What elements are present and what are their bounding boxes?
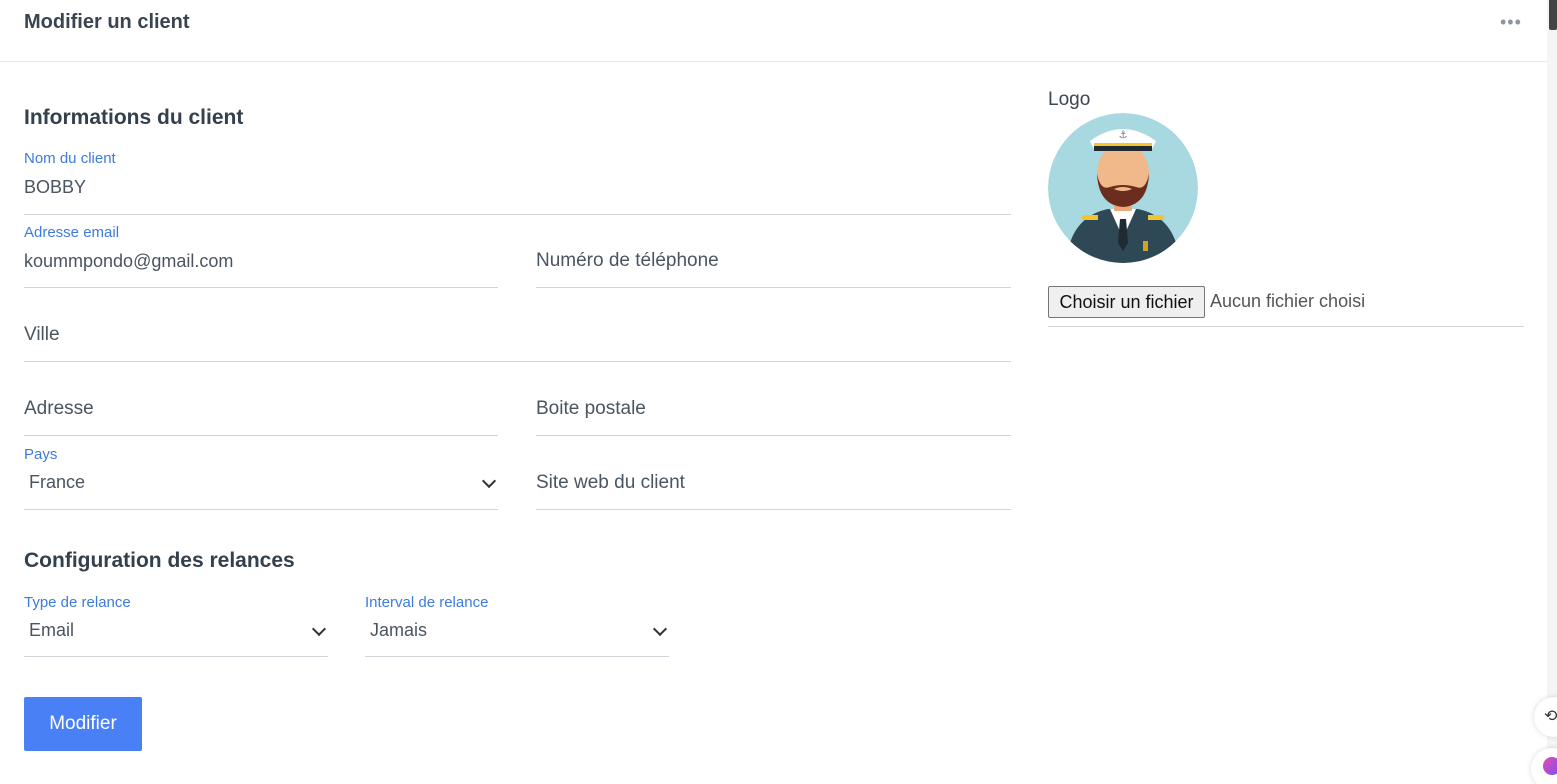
- website-field[interactable]: Site web du client: [536, 448, 1011, 510]
- scrollbar-thumb[interactable]: [1549, 0, 1557, 30]
- logo-file-input[interactable]: Choisir un fichier Aucun fichier choisi: [1048, 286, 1524, 327]
- client-name-value[interactable]: BOBBY: [24, 177, 86, 198]
- client-name-label: Nom du client: [24, 150, 116, 167]
- chevron-down-icon[interactable]: [652, 621, 668, 637]
- client-name-field[interactable]: Nom du client BOBBY: [24, 150, 1011, 215]
- reminder-interval-select[interactable]: Interval de relance Jamais: [365, 594, 669, 657]
- country-value[interactable]: France: [29, 472, 85, 493]
- city-placeholder: Ville: [24, 324, 60, 345]
- page-title: Modifier un client: [24, 11, 190, 33]
- country-select[interactable]: Pays France: [24, 446, 498, 510]
- modify-button[interactable]: Modifier: [24, 697, 142, 751]
- website-placeholder: Site web du client: [536, 472, 685, 493]
- reminder-interval-label: Interval de relance: [365, 594, 489, 611]
- file-status-text: Aucun fichier choisi: [1210, 291, 1366, 311]
- more-options-icon[interactable]: •••: [1500, 12, 1522, 33]
- email-field[interactable]: Adresse email koummpondo@gmail.com: [24, 224, 498, 288]
- reminder-type-select[interactable]: Type de relance Email: [24, 594, 328, 657]
- scrollbar-track[interactable]: [1547, 0, 1557, 784]
- translate-icon: ⟲: [1544, 708, 1557, 725]
- page-header: Modifier un client •••: [0, 0, 1547, 62]
- chevron-down-icon[interactable]: [311, 621, 327, 637]
- section-title-reminders: Configuration des relances: [24, 549, 295, 572]
- reminder-type-value[interactable]: Email: [29, 620, 74, 641]
- chevron-down-icon[interactable]: [481, 473, 497, 489]
- address-field[interactable]: Adresse: [24, 374, 498, 436]
- reminder-type-label: Type de relance: [24, 594, 131, 611]
- email-label: Adresse email: [24, 224, 120, 241]
- svg-text:⚓: ⚓: [1119, 130, 1128, 141]
- postal-box-placeholder: Boite postale: [536, 398, 646, 419]
- captain-avatar-image: ⚓: [1048, 113, 1198, 263]
- logo-label: Logo: [1048, 89, 1091, 110]
- phone-field[interactable]: Numéro de téléphone: [536, 226, 1011, 288]
- phone-placeholder: Numéro de téléphone: [536, 250, 719, 271]
- postal-box-field[interactable]: Boite postale: [536, 374, 1011, 436]
- assistant-icon: [1543, 757, 1557, 775]
- country-label: Pays: [24, 446, 58, 463]
- city-field[interactable]: Ville: [24, 300, 1011, 362]
- translate-widget-button[interactable]: ⟲: [1534, 697, 1557, 737]
- reminder-interval-value[interactable]: Jamais: [370, 620, 427, 641]
- choose-file-button[interactable]: Choisir un fichier: [1048, 286, 1205, 318]
- address-placeholder: Adresse: [24, 398, 94, 419]
- email-value[interactable]: koummpondo@gmail.com: [24, 251, 233, 272]
- section-title-client-info: Informations du client: [24, 106, 244, 129]
- assistant-widget-button[interactable]: [1531, 748, 1557, 784]
